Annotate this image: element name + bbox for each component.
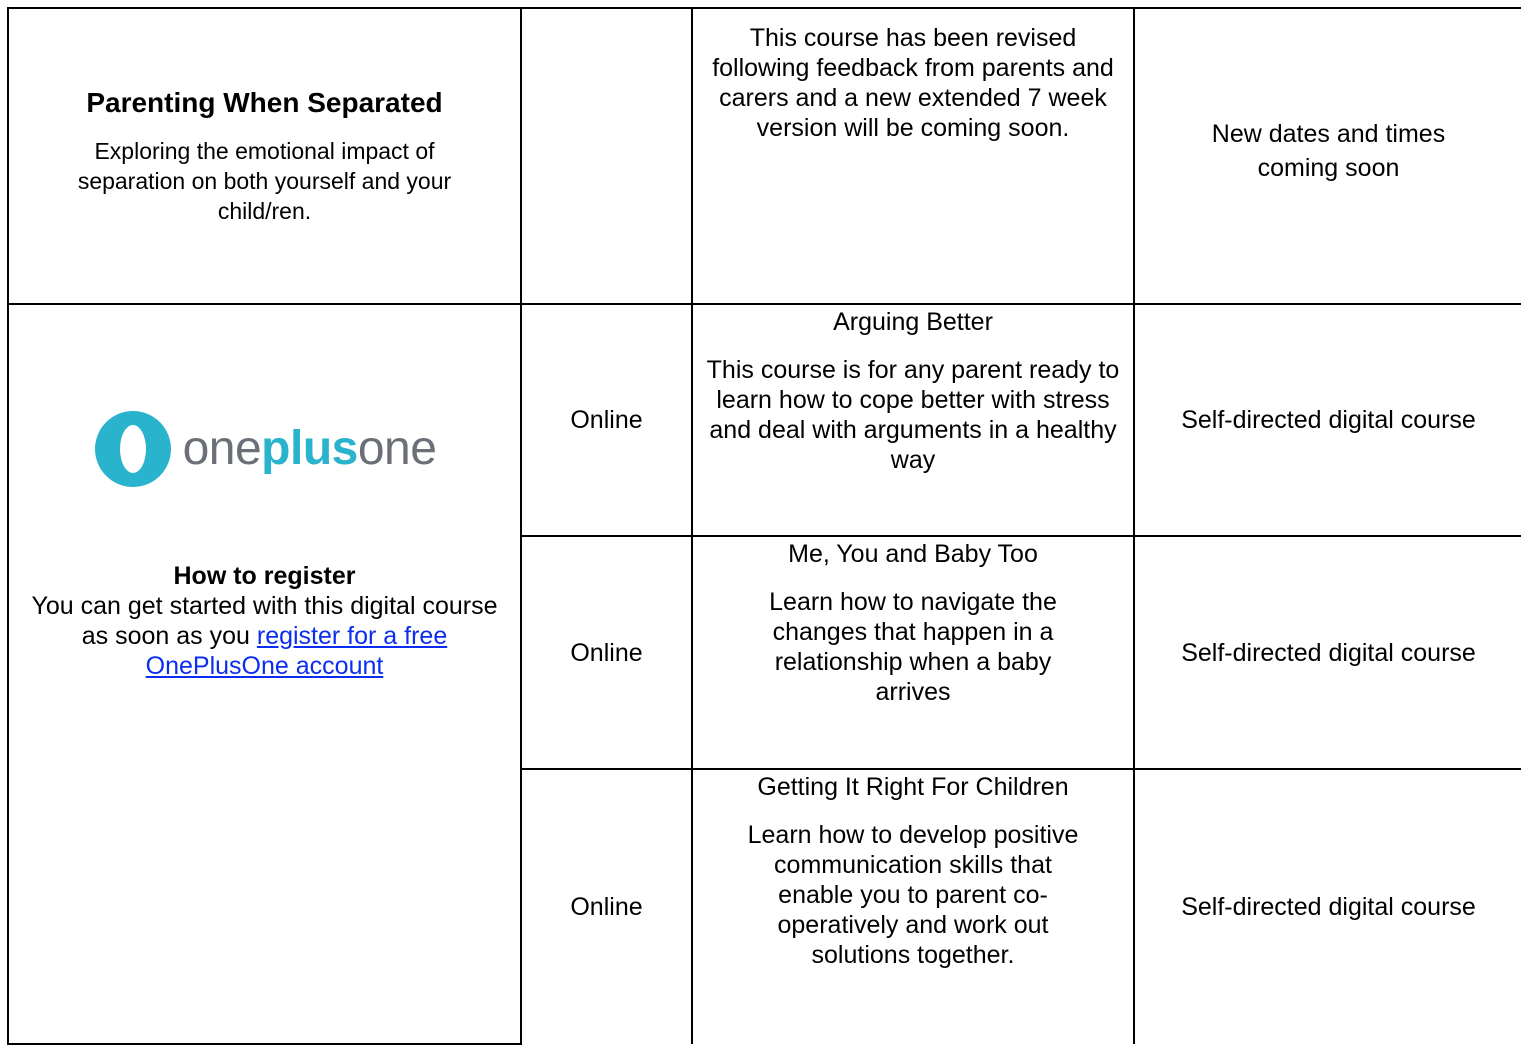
course-format: Self-directed digital course bbox=[1181, 406, 1476, 434]
course-location-cell: Online bbox=[520, 303, 693, 537]
wordmark-suffix: one bbox=[357, 422, 437, 475]
course-info-cell: This course has been revised following f… bbox=[691, 7, 1135, 305]
course-format: Self-directed digital course bbox=[1181, 893, 1476, 921]
register-heading: How to register bbox=[173, 562, 356, 590]
course-title: Arguing Better bbox=[833, 308, 993, 336]
oneplusone-logo: oneplusone bbox=[19, 409, 510, 489]
course-description: This course is for any parent ready to l… bbox=[706, 356, 1120, 474]
course-location: Online bbox=[570, 893, 643, 921]
oneplusone-cell: oneplusone How to register You can get s… bbox=[7, 303, 522, 1045]
course-location-cell: Online bbox=[520, 535, 693, 770]
table-row: oneplusone How to register You can get s… bbox=[7, 303, 1521, 1045]
course-format-cell: Self-directed digital course bbox=[1133, 768, 1521, 1044]
course-location: Online bbox=[570, 406, 643, 434]
course-name-cell: Parenting When Separated Exploring the e… bbox=[7, 7, 522, 305]
oneplusone-logo-icon bbox=[94, 411, 171, 487]
oneplusone-wordmark: oneplusone bbox=[183, 425, 437, 473]
course-title: Getting It Right For Children bbox=[757, 773, 1069, 801]
course-title: Me, You and Baby Too bbox=[788, 540, 1038, 568]
table-row: Parenting When Separated Exploring the e… bbox=[7, 7, 1521, 305]
course-info-cell: Getting It Right For Children Learn how … bbox=[691, 768, 1135, 1044]
course-status: New dates and times coming soon bbox=[1211, 120, 1446, 182]
course-location-cell bbox=[520, 7, 693, 305]
course-location: Online bbox=[570, 638, 643, 667]
course-table: Parenting When Separated Exploring the e… bbox=[7, 7, 1521, 1045]
course-title: Parenting When Separated bbox=[86, 87, 443, 118]
course-description: Exploring the emotional impact of separa… bbox=[77, 138, 452, 224]
course-info-cell: Me, You and Baby Too Learn how to naviga… bbox=[691, 535, 1135, 770]
course-info: This course has been revised following f… bbox=[712, 24, 1114, 142]
course-description: Learn how to navigate the changes that h… bbox=[769, 588, 1057, 706]
course-info-cell: Arguing Better This course is for any pa… bbox=[691, 303, 1135, 537]
course-location-cell: Online bbox=[520, 768, 693, 1044]
course-format-cell: Self-directed digital course bbox=[1133, 535, 1521, 770]
wordmark-highlight: plus bbox=[261, 422, 358, 475]
register-text-block: You can get started with this digital co… bbox=[19, 591, 510, 681]
course-format: Self-directed digital course bbox=[1181, 638, 1476, 667]
course-status-cell: New dates and times coming soon bbox=[1133, 7, 1521, 305]
course-description: Learn how to develop positive communicat… bbox=[747, 821, 1079, 969]
course-format-cell: Self-directed digital course bbox=[1133, 303, 1521, 537]
wordmark-prefix: one bbox=[182, 422, 262, 475]
